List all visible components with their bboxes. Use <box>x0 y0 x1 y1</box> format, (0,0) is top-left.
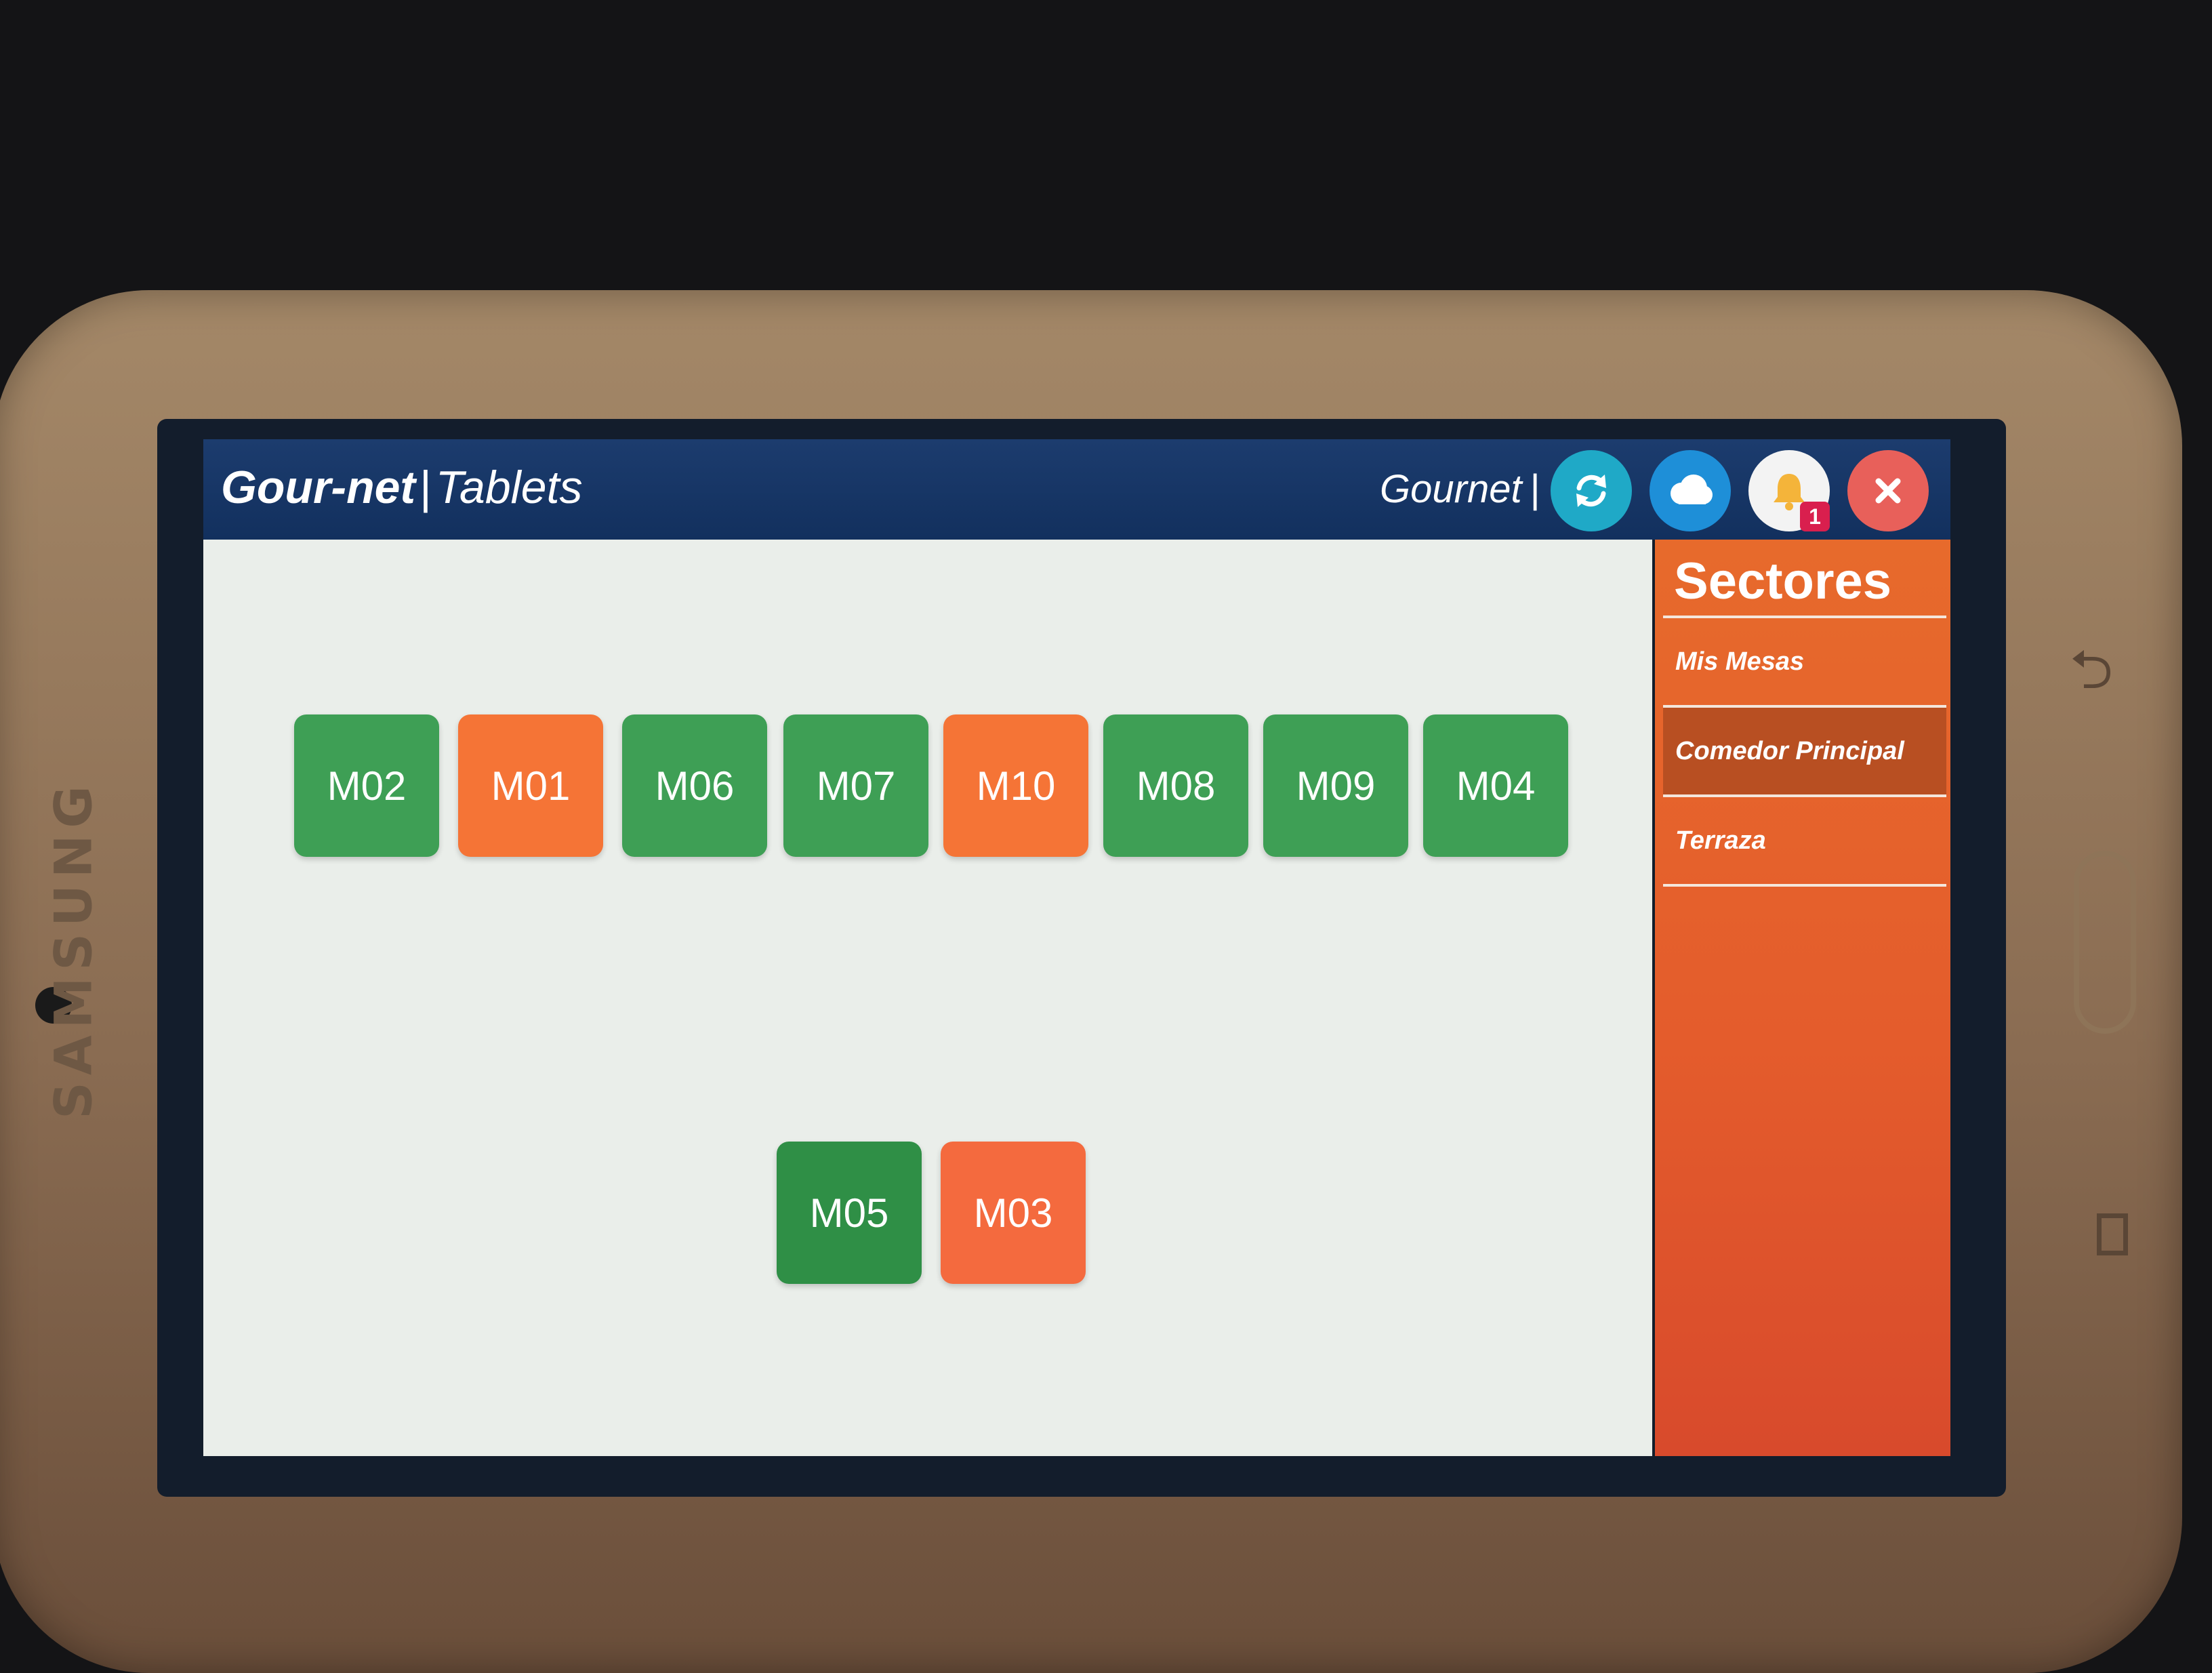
notifications-button[interactable]: 1 <box>1748 450 1830 531</box>
back-key-icon[interactable]: ⮌ <box>2070 630 2113 723</box>
user-label: Gournet | <box>1380 466 1540 512</box>
sidebar-divider <box>1663 884 1946 887</box>
recent-apps-key-icon[interactable] <box>2097 1213 2128 1255</box>
sectors-sidebar: Sectores Mis Mesas Comedor Principal Ter… <box>1655 540 1950 1456</box>
table-tile-m06[interactable]: M06 <box>622 714 767 857</box>
cloud-icon <box>1671 475 1713 504</box>
table-tile-m10[interactable]: M10 <box>943 714 1088 857</box>
table-tile-m09[interactable]: M09 <box>1263 714 1408 857</box>
logo-brand: Gour-net <box>221 462 416 513</box>
user-name: Gournet <box>1380 467 1522 511</box>
logo-separator: | <box>419 462 432 513</box>
close-button[interactable] <box>1847 450 1929 531</box>
sidebar-item-mis-mesas[interactable]: Mis Mesas <box>1663 618 1946 705</box>
app-logo: Gour-net|Tablets <box>221 461 583 514</box>
table-tile-m03[interactable]: M03 <box>941 1142 1086 1284</box>
table-tile-m04[interactable]: M04 <box>1423 714 1568 857</box>
sidebar-item-terraza[interactable]: Terraza <box>1663 797 1946 884</box>
refresh-icon <box>1576 475 1606 507</box>
notification-count-badge: 1 <box>1800 502 1830 531</box>
refresh-button[interactable] <box>1551 450 1632 531</box>
table-tile-m05[interactable]: M05 <box>777 1142 922 1284</box>
table-tile-m02[interactable]: M02 <box>294 714 439 857</box>
cloud-button[interactable] <box>1650 450 1731 531</box>
tables-floor-plan: M02 M01 M06 M07 M10 M08 M09 M04 M05 M03 <box>203 540 1652 1456</box>
user-separator: | <box>1530 467 1540 511</box>
table-tile-m01[interactable]: M01 <box>458 714 603 857</box>
table-tile-m08[interactable]: M08 <box>1103 714 1248 857</box>
device-brand: SAMSUNG <box>43 779 104 1119</box>
close-icon <box>1875 478 1901 504</box>
home-key[interactable] <box>2074 851 2136 1034</box>
app-header: Gour-net|Tablets Gournet | 1 <box>203 439 1950 540</box>
sidebar-item-comedor-principal[interactable]: Comedor Principal <box>1663 708 1946 794</box>
table-tile-m07[interactable]: M07 <box>783 714 928 857</box>
logo-product: Tablets <box>435 462 583 513</box>
sidebar-title: Sectores <box>1674 552 1892 610</box>
